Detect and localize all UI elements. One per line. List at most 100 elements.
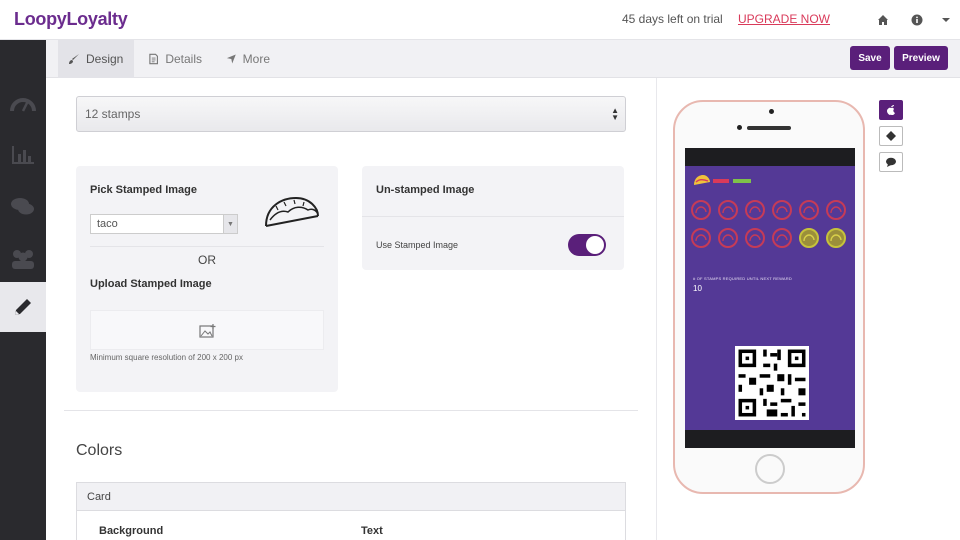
stamp-taco-icon (722, 206, 734, 214)
phone-camera (769, 109, 774, 114)
sidebar-item-dashboard[interactable] (0, 78, 46, 128)
phone-screen: # OF STAMPS REQUIRED UNTIL NEXT REWARD 1… (685, 148, 855, 448)
sidebar-item-customers[interactable] (0, 234, 46, 284)
stamp-slot (745, 228, 765, 248)
stamp-taco-icon (722, 234, 734, 242)
upload-dropzone[interactable] (90, 310, 324, 350)
stamp-taco-icon (830, 234, 842, 242)
customers-icon (12, 250, 34, 269)
tab-details-label: Details (165, 52, 202, 66)
upgrade-link[interactable]: UPGRADE NOW (738, 12, 830, 26)
sidebar-item-analytics[interactable] (0, 130, 46, 180)
select-arrows-icon: ▲ ▼ (611, 106, 619, 122)
message-preview-toggle[interactable] (879, 152, 903, 172)
divider (362, 216, 624, 217)
taco-logo-icon (694, 175, 710, 185)
sidebar-item-edit[interactable] (0, 282, 46, 332)
phone-frame: # OF STAMPS REQUIRED UNTIL NEXT REWARD 1… (673, 100, 865, 494)
or-label: OR (198, 253, 216, 267)
taco-icon (265, 196, 319, 227)
chevron-down-icon[interactable] (936, 10, 956, 30)
stamp-slot (799, 200, 819, 220)
stamp-taco-icon (749, 234, 761, 242)
loyalty-card-preview: # OF STAMPS REQUIRED UNTIL NEXT REWARD 1… (685, 166, 855, 430)
stamped-image-card: Pick Stamped Image taco ▼ OR Upload Stam… (76, 166, 338, 392)
ios-preview-toggle[interactable] (879, 100, 903, 120)
divider (90, 246, 324, 247)
tab-more[interactable]: More (216, 40, 280, 78)
tab-more-label: More (242, 52, 270, 66)
colors-table-header: Card (77, 483, 625, 511)
stamp-slot (745, 200, 765, 220)
tab-design-label: Design (86, 52, 124, 66)
unstamped-image-card: Un-stamped Image Use Stamped Image (362, 166, 624, 270)
stamp-slot (826, 228, 846, 248)
stamp-taco-icon (803, 234, 815, 242)
messages-icon (11, 198, 34, 215)
analytics-icon (12, 146, 34, 164)
stamp-slot (799, 228, 819, 248)
phone-sensor (737, 125, 742, 130)
message-icon (886, 157, 896, 167)
tab-details[interactable]: Details (138, 40, 212, 78)
android-preview-toggle[interactable] (879, 126, 903, 146)
stamps-count-select[interactable]: 12 stamps ▲ ▼ (76, 96, 626, 132)
left-sidebar (0, 40, 46, 540)
sidebar-item-messages[interactable] (0, 182, 46, 232)
stamp-taco-icon (695, 206, 707, 214)
min-resolution-note: Minimum square resolution of 200 x 200 p… (90, 353, 243, 362)
android-icon (886, 131, 896, 141)
stamp-slot (718, 200, 738, 220)
chevron-down-icon: ▼ (223, 215, 237, 233)
top-bar: LoopyLoyalty 45 days left on trial UPGRA… (0, 0, 960, 40)
stamp-taco-icon (776, 206, 788, 214)
phone-preview-panel: # OF STAMPS REQUIRED UNTIL NEXT REWARD 1… (656, 78, 960, 540)
document-icon (149, 53, 158, 65)
trial-status: 45 days left on trial (622, 12, 723, 26)
design-panel: 12 stamps ▲ ▼ Pick Stamped Image taco ▼ O… (46, 78, 656, 540)
stamps-required-caption: # OF STAMPS REQUIRED UNTIL NEXT REWARD (693, 276, 792, 281)
stamp-slot (691, 200, 711, 220)
apple-icon (887, 105, 895, 115)
stamps-required-count: 10 (693, 284, 702, 293)
stamped-image-title: Pick Stamped Image (90, 184, 197, 196)
save-button[interactable]: Save (850, 46, 890, 70)
section-divider (64, 410, 638, 411)
background-column-label: Background (99, 525, 164, 537)
stamped-image-select[interactable]: taco ▼ (90, 214, 238, 234)
tab-design[interactable]: Design (58, 40, 134, 78)
add-image-icon (199, 324, 216, 338)
home-icon[interactable] (873, 10, 893, 30)
stamp-slot (691, 228, 711, 248)
stamped-image-value: taco (97, 218, 118, 230)
preview-button[interactable]: Preview (894, 46, 948, 70)
stamp-slot (826, 200, 846, 220)
toggle-knob (586, 236, 604, 254)
upload-stamped-title: Upload Stamped Image (90, 278, 212, 290)
stamp-slot (718, 228, 738, 248)
use-stamped-label: Use Stamped Image (376, 240, 459, 250)
qr-code (735, 346, 809, 420)
dashboard-icon (10, 98, 36, 112)
colors-table: Card Background Text (76, 482, 626, 540)
info-icon[interactable] (907, 10, 927, 30)
stamps-count-value: 12 stamps (85, 107, 141, 121)
unstamped-image-title: Un-stamped Image (376, 184, 475, 196)
stamp-slot (772, 228, 792, 248)
edit-icon (15, 299, 31, 315)
brand-wordmark (713, 179, 751, 183)
arrow-icon (226, 54, 236, 64)
tabs-bar: Design Details More (46, 40, 960, 78)
phone-home-button (755, 454, 785, 484)
stamp-taco-icon (830, 206, 842, 214)
stamp-slot (772, 200, 792, 220)
brush-icon (69, 54, 79, 64)
stamp-taco-icon (803, 206, 815, 214)
text-column-label: Text (361, 525, 383, 537)
use-stamped-toggle[interactable] (568, 234, 606, 256)
app-logo[interactable]: LoopyLoyalty (14, 9, 128, 30)
stamp-taco-icon (695, 234, 707, 242)
stamp-taco-icon (749, 206, 761, 214)
phone-speaker (747, 126, 791, 130)
stamp-taco-icon (776, 234, 788, 242)
